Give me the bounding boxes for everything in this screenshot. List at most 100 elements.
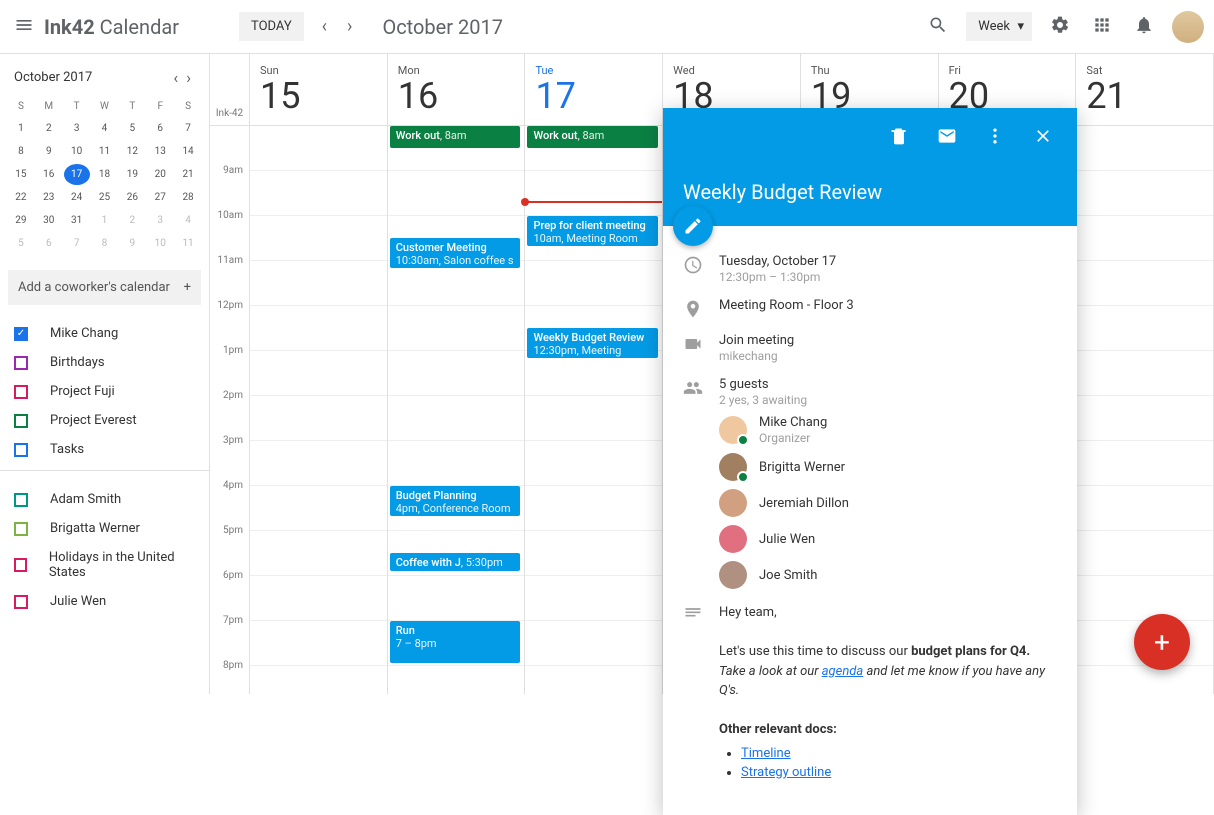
add-coworker-input[interactable]: Add a coworker's calendar + <box>8 270 201 305</box>
mini-day[interactable]: 18 <box>92 164 118 185</box>
mini-day[interactable]: 5 <box>119 118 145 139</box>
mini-day[interactable]: 24 <box>64 187 90 208</box>
guest-row[interactable]: Julie Wen <box>719 525 1057 553</box>
mini-day[interactable]: 20 <box>147 164 173 185</box>
mini-day[interactable]: 2 <box>119 210 145 231</box>
calendar-event[interactable]: Work out, 8am <box>390 126 521 148</box>
mini-day[interactable]: 26 <box>119 187 145 208</box>
delete-event-icon[interactable] <box>885 122 913 154</box>
mini-day[interactable]: 27 <box>147 187 173 208</box>
calendar-checkbox[interactable] <box>14 327 28 341</box>
day-column[interactable] <box>250 126 388 694</box>
apps-icon[interactable] <box>1088 11 1116 43</box>
calendar-checkbox[interactable] <box>14 385 28 399</box>
calendar-item[interactable]: Brigatta Werner <box>8 514 201 543</box>
mini-day[interactable]: 9 <box>36 141 62 162</box>
mini-day[interactable]: 15 <box>8 164 34 185</box>
mini-prev-month[interactable]: ‹ <box>169 68 182 87</box>
calendar-checkbox[interactable] <box>14 522 28 536</box>
mini-day[interactable]: 11 <box>92 141 118 162</box>
calendar-checkbox[interactable] <box>14 443 28 457</box>
mini-day[interactable]: 10 <box>147 233 173 254</box>
settings-icon[interactable] <box>1046 11 1074 43</box>
mini-day[interactable]: 8 <box>8 141 34 162</box>
calendar-item[interactable]: Julie Wen <box>8 587 201 616</box>
guest-row[interactable]: Jeremiah Dillon <box>719 489 1057 517</box>
today-button[interactable]: TODAY <box>239 12 304 41</box>
mini-day[interactable]: 2 <box>36 118 62 139</box>
calendar-checkbox[interactable] <box>14 558 27 572</box>
mini-day[interactable]: 7 <box>175 118 201 139</box>
mini-day[interactable]: 13 <box>147 141 173 162</box>
calendar-event[interactable]: Run7 – 8pm <box>390 621 521 663</box>
day-header[interactable]: Sat21 <box>1076 54 1214 125</box>
email-guests-icon[interactable] <box>933 122 961 154</box>
mini-day[interactable]: 25 <box>92 187 118 208</box>
day-header[interactable]: Sun15 <box>250 54 388 125</box>
next-week-button[interactable]: › <box>337 10 362 43</box>
mini-day[interactable]: 28 <box>175 187 201 208</box>
calendar-checkbox[interactable] <box>14 356 28 370</box>
mini-next-month[interactable]: › <box>182 68 195 87</box>
calendar-event[interactable]: Weekly Budget Review12:30pm, Meeting Roo… <box>527 328 658 358</box>
close-popup-icon[interactable] <box>1029 122 1057 154</box>
prev-week-button[interactable]: ‹ <box>312 10 337 43</box>
mini-day[interactable]: 21 <box>175 164 201 185</box>
notifications-icon[interactable] <box>1130 11 1158 43</box>
join-meeting-link[interactable]: Join meeting <box>719 333 1057 348</box>
mini-day[interactable]: 14 <box>175 141 201 162</box>
mini-day[interactable]: 11 <box>175 233 201 254</box>
calendar-event[interactable]: Coffee with J, 5:30pm <box>390 553 521 571</box>
mini-day[interactable]: 29 <box>8 210 34 231</box>
mini-day[interactable]: 6 <box>36 233 62 254</box>
day-column[interactable] <box>1076 126 1214 694</box>
mini-day[interactable]: 6 <box>147 118 173 139</box>
mini-day[interactable]: 9 <box>119 233 145 254</box>
mini-day[interactable]: 4 <box>175 210 201 231</box>
calendar-checkbox[interactable] <box>14 414 28 428</box>
account-avatar[interactable] <box>1172 11 1204 43</box>
guest-row[interactable]: Joe Smith <box>719 561 1057 589</box>
view-selector[interactable]: Week ▾ <box>966 12 1032 41</box>
mini-day[interactable]: 12 <box>119 141 145 162</box>
calendar-item[interactable]: Project Fuji <box>8 377 201 406</box>
calendar-event[interactable]: Budget Planning4pm, Conference Room <box>390 486 521 516</box>
guest-row[interactable]: Brigitta Werner <box>719 453 1057 481</box>
mini-day[interactable]: 5 <box>8 233 34 254</box>
day-header[interactable]: Tue17 <box>525 54 663 125</box>
doc-link[interactable]: Strategy outline <box>741 765 831 780</box>
calendar-event[interactable]: Work out, 8am <box>527 126 658 148</box>
mini-day[interactable]: 3 <box>64 118 90 139</box>
mini-day[interactable]: 30 <box>36 210 62 231</box>
mini-day[interactable]: 23 <box>36 187 62 208</box>
calendar-item[interactable]: Adam Smith <box>8 485 201 514</box>
calendar-checkbox[interactable] <box>14 595 28 609</box>
mini-day[interactable]: 10 <box>64 141 90 162</box>
add-icon[interactable]: + <box>184 280 191 295</box>
calendar-item[interactable]: Mike Chang <box>8 319 201 348</box>
guest-row[interactable]: Mike ChangOrganizer <box>719 415 1057 445</box>
calendar-item[interactable]: Birthdays <box>8 348 201 377</box>
calendar-item[interactable]: Project Everest <box>8 406 201 435</box>
create-event-fab[interactable]: + <box>1134 614 1190 670</box>
edit-event-button[interactable] <box>673 206 713 246</box>
mini-day[interactable]: 1 <box>92 210 118 231</box>
calendar-checkbox[interactable] <box>14 493 28 507</box>
day-column[interactable]: Work out, 8amCustomer Meeting10:30am, Sa… <box>388 126 526 694</box>
calendar-event[interactable]: Prep for client meeting10am, Meeting Roo… <box>527 216 658 246</box>
day-column[interactable]: Work out, 8am Prep for client meeting10am… <box>525 126 663 694</box>
hamburger-menu-icon[interactable] <box>10 11 38 43</box>
mini-day[interactable]: 1 <box>8 118 34 139</box>
mini-day[interactable]: 19 <box>119 164 145 185</box>
mini-day[interactable]: 17 <box>64 164 90 185</box>
mini-day[interactable]: 7 <box>64 233 90 254</box>
calendar-item[interactable]: Holidays in the United States <box>8 543 201 587</box>
mini-day[interactable]: 31 <box>64 210 90 231</box>
day-header[interactable]: Mon16 <box>388 54 526 125</box>
mini-day[interactable]: 3 <box>147 210 173 231</box>
more-options-icon[interactable] <box>981 122 1009 154</box>
doc-link[interactable]: Timeline <box>741 746 791 761</box>
mini-day[interactable]: 8 <box>92 233 118 254</box>
calendar-item[interactable]: Tasks <box>8 435 201 464</box>
mini-day[interactable]: 22 <box>8 187 34 208</box>
